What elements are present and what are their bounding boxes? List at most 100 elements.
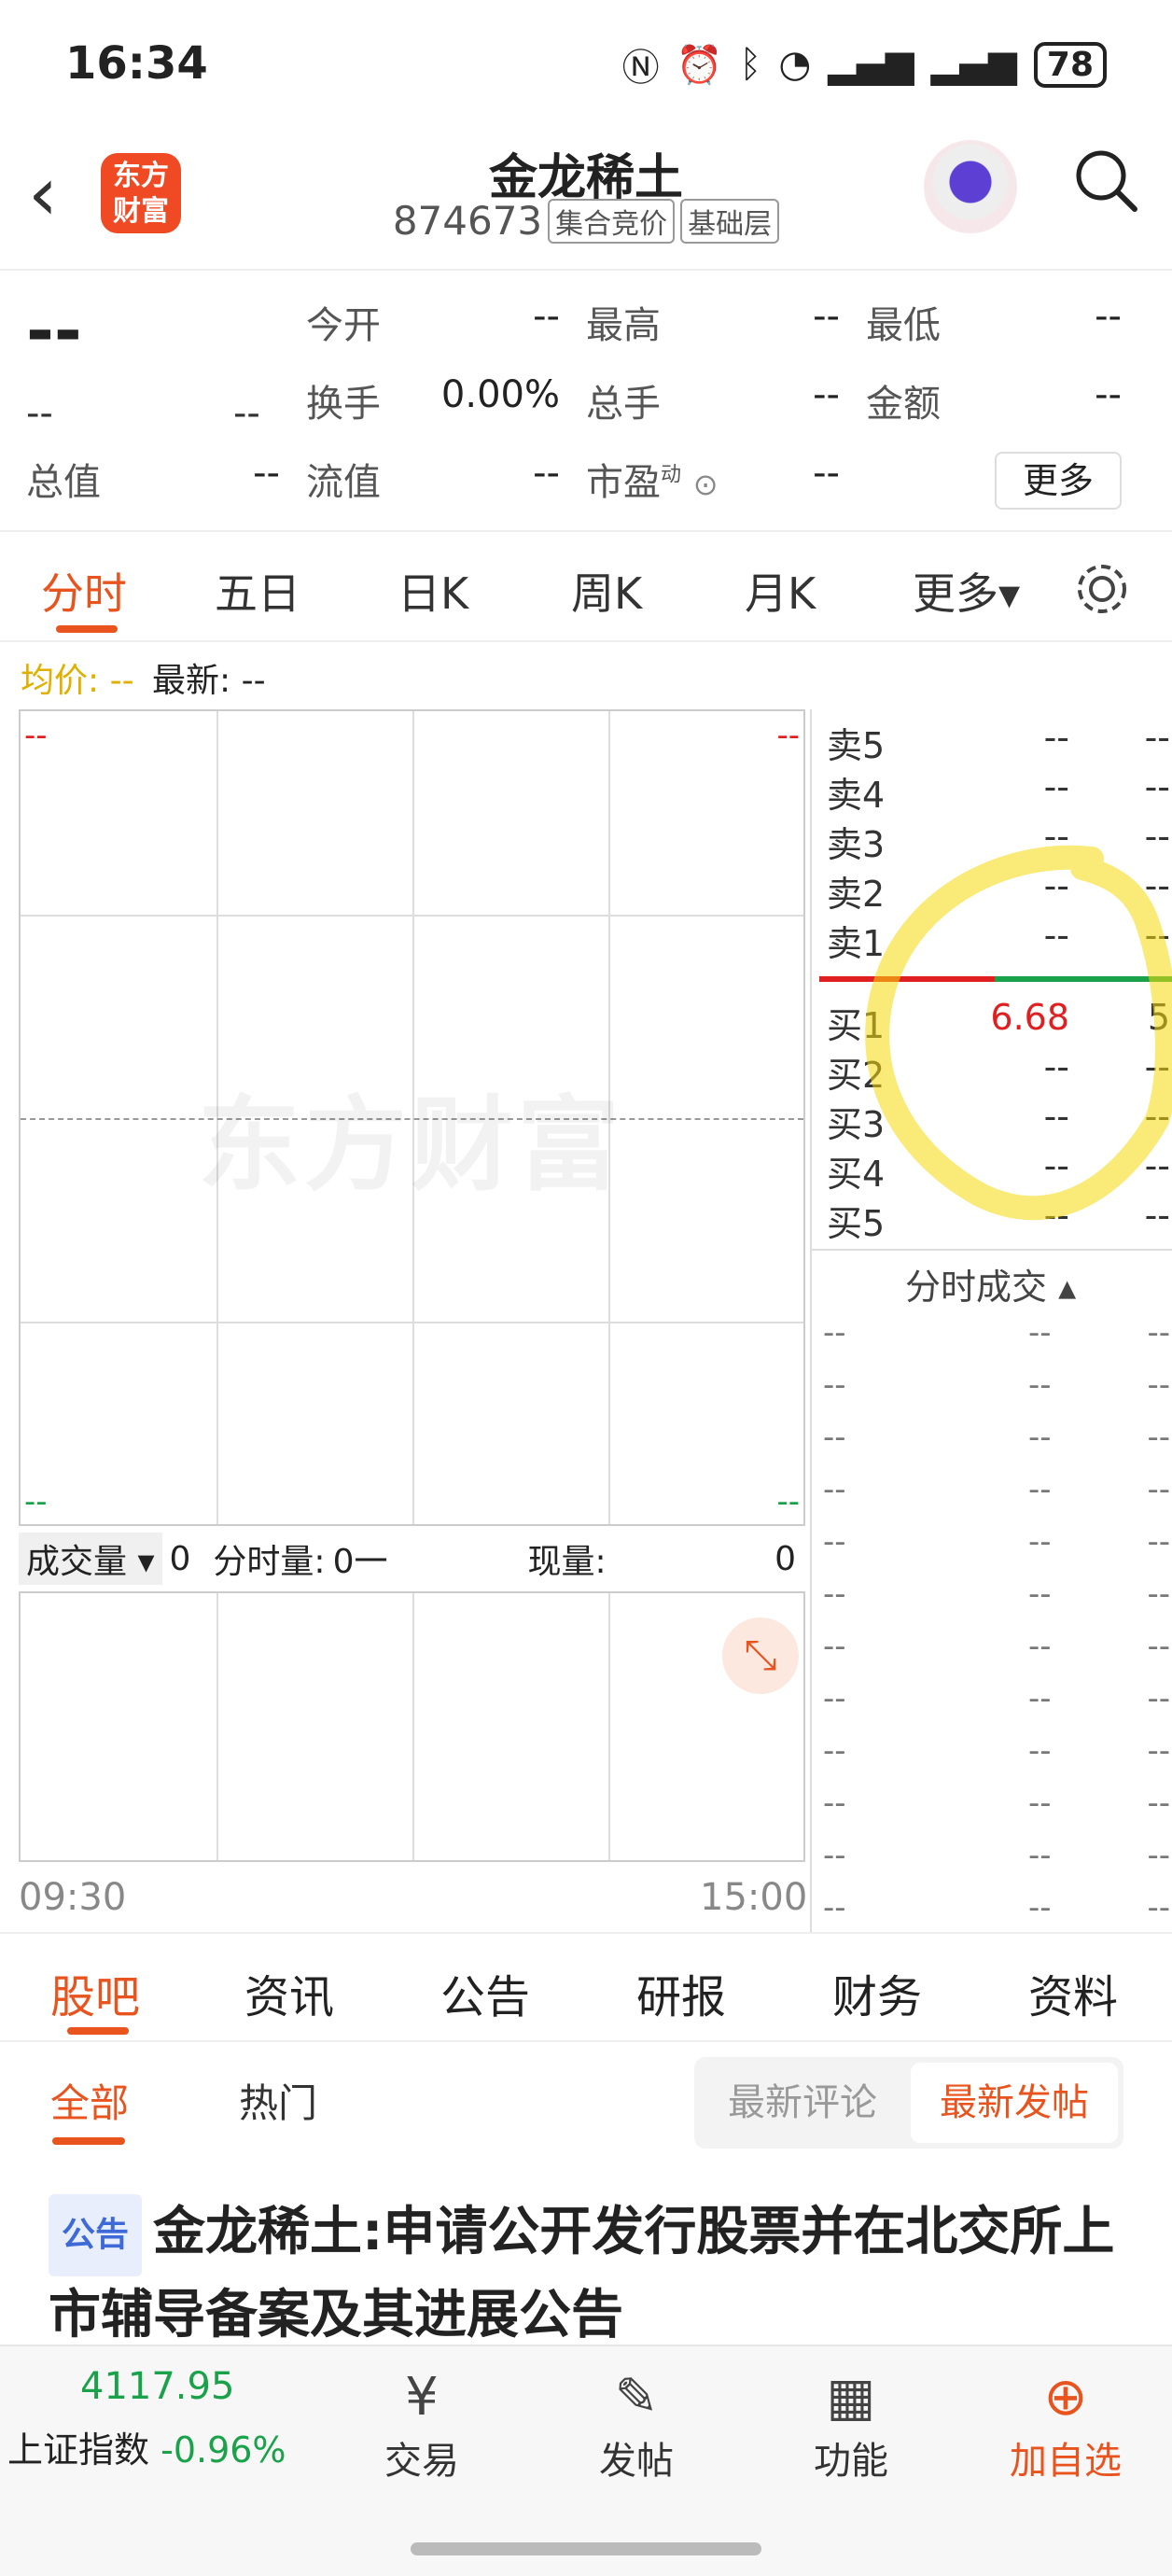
minute-volume-label: 分时量:: [213, 1543, 326, 1581]
pe-label-text: 市盈: [586, 461, 661, 504]
assistant-robot-icon[interactable]: [924, 140, 1017, 233]
status-icons: Ⓝ ⏰ ᛒ ◔ ▂▄▆ ▂▄▆ 78: [622, 37, 1107, 91]
news-item[interactable]: 公告 金龙稀土:申请公开发行股票并在北交所上市辅导备案及其进展公告: [49, 2193, 1131, 2355]
news-title-block: 公告 金龙稀土:申请公开发行股票并在北交所上市辅导备案及其进展公告: [49, 2193, 1131, 2355]
active-filter-indicator: [52, 2137, 125, 2145]
gear-icon[interactable]: [1073, 560, 1131, 618]
pe-dynamic-mark: 动: [661, 463, 682, 487]
tick-time: --: [823, 1837, 846, 1874]
tick-row: -- -- --: [823, 1366, 1170, 1404]
5g-signal-icon: ▂▄▆: [828, 43, 914, 86]
edit-icon: ✎: [614, 2367, 659, 2428]
high-label: 最高: [586, 304, 661, 347]
nfc-icon: Ⓝ: [621, 47, 660, 90]
tick-row: -- -- --: [823, 1732, 1170, 1770]
index-change: -0.96%: [160, 2429, 286, 2471]
expand-icon[interactable]: ⤡: [722, 1617, 799, 1694]
tab-news[interactable]: 资讯: [244, 1960, 334, 2025]
ask-row: 卖4 -- --: [819, 766, 1172, 816]
tab-five-day[interactable]: 五日: [215, 560, 300, 622]
avg-price-label: 均价:: [21, 662, 100, 700]
tab-forum[interactable]: 股吧: [50, 1960, 140, 2025]
nav-trade[interactable]: ¥ 交易: [347, 2365, 496, 2485]
current-volume-value: 0: [774, 1539, 796, 1578]
yen-icon: ¥: [405, 2367, 439, 2428]
high-value: --: [813, 295, 840, 338]
sort-latest-post[interactable]: 最新发帖: [911, 2063, 1118, 2143]
intraday-chart[interactable]: 东方财富 -- -- -- --: [19, 709, 805, 1526]
app-header: ‹ 东方 财富 金龙稀土 874673 集合竞价 基础层: [0, 131, 1172, 271]
tick-time: --: [823, 1419, 846, 1456]
tick-time: --: [823, 1523, 846, 1561]
float-cap-label: 流值: [306, 461, 381, 504]
tick-row: -- -- --: [823, 1471, 1170, 1508]
tick-time: --: [823, 1628, 846, 1665]
index-ticker[interactable]: 上证指数 -0.96%: [7, 2421, 286, 2472]
grid-icon: ▦: [826, 2367, 876, 2428]
nav-functions-label: 功能: [814, 2440, 888, 2483]
tick-time: --: [823, 1732, 846, 1770]
quote-panel: -- -- -- 今开 -- 最高 -- 最低 -- 换手 0.00% 总手 -…: [0, 273, 1172, 532]
highlight-annotation: [865, 845, 1172, 1221]
float-cap-value: --: [533, 452, 560, 495]
filter-hot[interactable]: 热门: [239, 2072, 317, 2129]
tab-profile[interactable]: 资料: [1028, 1960, 1118, 2025]
news-tag: 公告: [49, 2193, 143, 2276]
tick-row: -- -- --: [823, 1785, 1170, 1822]
news-title: 金龙稀土:申请公开发行股票并在北交所上市辅导备案及其进展公告: [49, 2202, 1115, 2345]
low-label: 最低: [866, 304, 941, 347]
pe-info-icon[interactable]: ⊙: [693, 467, 719, 502]
tick-row: -- -- --: [823, 1628, 1170, 1665]
content-tabs: 股吧 资讯 公告 研报 财务 资料: [0, 1932, 1172, 2042]
open-value: --: [533, 295, 560, 338]
time-end: 15:00: [700, 1876, 808, 1919]
filter-all[interactable]: 全部: [50, 2072, 129, 2129]
index-name: 上证指数: [7, 2429, 150, 2471]
volume-value: 0: [169, 1539, 191, 1578]
index-value[interactable]: 4117.95: [80, 2365, 234, 2408]
tab-announcements[interactable]: 公告: [440, 1960, 530, 2025]
stock-code: 874673: [392, 198, 543, 244]
latest-price-label: 最新:: [152, 662, 231, 700]
search-icon[interactable]: [1073, 147, 1138, 213]
avg-price-value: --: [109, 662, 134, 700]
5g-signal-icon: ▂▄▆: [930, 43, 1017, 86]
volume-indicator-selector[interactable]: 成交量 ▾: [19, 1533, 162, 1585]
current-price: --: [26, 291, 82, 370]
chart-legend: 均价: -- 最新: --: [21, 653, 266, 702]
pe-label: 市盈动 ⊙: [586, 452, 719, 506]
chart-max-right: --: [776, 717, 800, 754]
status-time: 16:34: [65, 37, 208, 90]
forum-filter-bar: 全部 热门 最新评论 最新发帖: [0, 2044, 1172, 2165]
pe-value: --: [813, 452, 840, 495]
tick-time: --: [823, 1889, 846, 1926]
low-value: --: [1095, 295, 1122, 338]
open-label: 今开: [306, 304, 381, 347]
nav-functions[interactable]: ▦ 功能: [776, 2365, 926, 2485]
nav-add-watchlist[interactable]: ⊕ 加自选: [991, 2365, 1140, 2485]
divider: [812, 1249, 1172, 1251]
sort-latest-comment[interactable]: 最新评论: [700, 2063, 905, 2143]
bluetooth-icon: ᛒ: [739, 43, 762, 86]
tick-row: -- -- --: [823, 1314, 1170, 1351]
tab-monthly-k[interactable]: 月K: [745, 560, 816, 622]
tab-weekly-k[interactable]: 周K: [571, 560, 642, 622]
bottom-nav: 4117.95 上证指数 -0.96% ¥ 交易 ✎ 发帖 ▦ 功能 ⊕ 加自选: [0, 2345, 1172, 2576]
chart-period-tabs: 分时 五日 日K 周K 月K 更多▾: [0, 532, 1172, 642]
nav-add-watchlist-label: 加自选: [1010, 2440, 1122, 2483]
tab-daily-k[interactable]: 日K: [398, 560, 468, 622]
market-cap-label: 总值: [26, 461, 101, 504]
tick-row: -- -- --: [823, 1837, 1170, 1874]
watermark: 东方财富: [198, 1085, 623, 1205]
tab-intraday[interactable]: 分时: [41, 560, 127, 622]
tick-row: -- -- --: [823, 1523, 1170, 1561]
more-stats-button[interactable]: 更多: [995, 452, 1122, 510]
market-tag: 集合竞价: [548, 198, 676, 244]
tab-financials[interactable]: 财务: [832, 1960, 922, 2025]
tab-more-periods[interactable]: 更多▾: [913, 560, 1020, 622]
ticks-title[interactable]: 分时成交 ▴: [905, 1258, 1076, 1309]
latest-price-value: --: [241, 662, 266, 700]
nav-post[interactable]: ✎ 发帖: [562, 2365, 711, 2485]
tab-research[interactable]: 研报: [636, 1960, 726, 2025]
volume-chart[interactable]: ⤡: [19, 1591, 805, 1862]
